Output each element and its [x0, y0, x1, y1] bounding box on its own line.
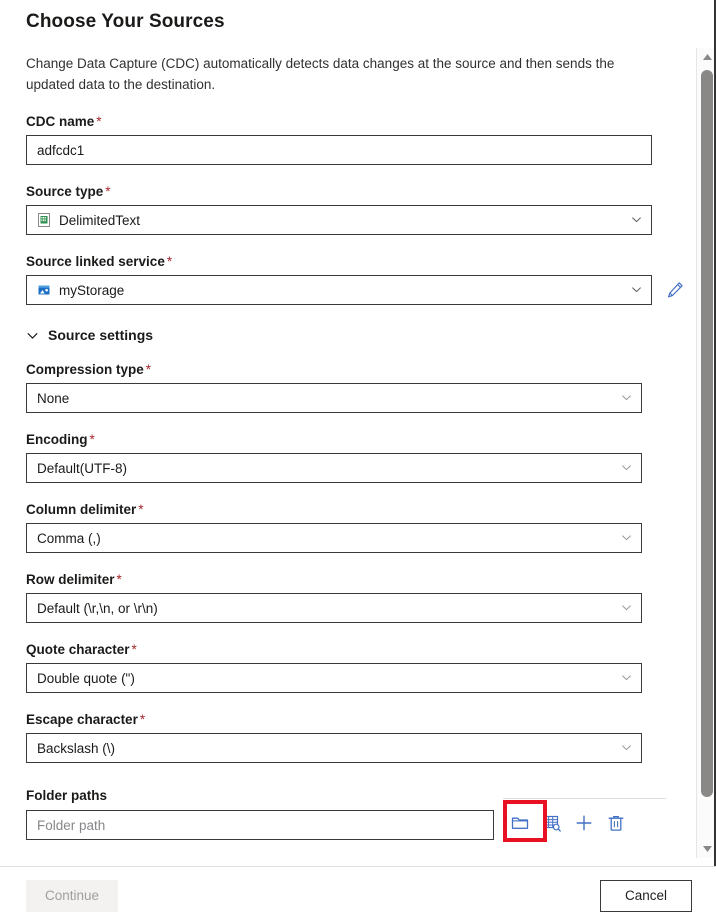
column-delimiter-dropdown[interactable]: Comma (,) — [26, 523, 642, 553]
continue-button[interactable]: Continue — [26, 879, 119, 912]
source-settings-section-header[interactable]: Source settings — [26, 327, 196, 343]
required-asterisk: * — [96, 114, 102, 129]
compression-type-dropdown[interactable]: None — [26, 383, 642, 413]
pencil-icon[interactable] — [664, 279, 686, 301]
source-type-label-text: Source type — [26, 184, 104, 199]
folder-paths-label: Folder paths — [26, 788, 108, 803]
chevron-down-icon — [631, 214, 642, 225]
source-type-dropdown[interactable]: DelimitedText — [26, 205, 652, 235]
escape-character-value: Backslash (\) — [37, 740, 116, 756]
delimited-text-icon — [35, 211, 53, 229]
folder-path-placeholder: Folder path — [37, 817, 106, 833]
vertical-scrollbar[interactable] — [696, 48, 716, 858]
required-asterisk: * — [138, 502, 144, 517]
folder-path-actions — [494, 809, 632, 841]
delete-folder-path-button[interactable] — [600, 809, 632, 841]
triangle-up-icon — [702, 48, 713, 66]
chevron-down-icon — [631, 284, 642, 295]
cdc-name-value: adfcdc1 — [37, 142, 85, 158]
required-asterisk: * — [166, 254, 173, 269]
required-asterisk: * — [116, 572, 122, 587]
choose-your-sources-panel: Choose Your Sources Change Data Capture … — [0, 0, 716, 924]
triangle-down-icon — [702, 840, 713, 858]
chevron-down-icon — [621, 532, 632, 543]
field-column-delimiter: Column delimiter * Comma (,) — [26, 502, 690, 553]
encoding-label: Encoding * — [26, 432, 690, 447]
browse-folder-button[interactable] — [504, 809, 536, 841]
encoding-dropdown[interactable]: Default(UTF-8) — [26, 453, 642, 483]
field-source-linked-service: Source linked service * myStorage — [26, 254, 690, 305]
escape-character-label-text: Escape character — [26, 712, 138, 727]
chevron-down-icon — [621, 392, 632, 403]
trash-icon — [606, 813, 626, 838]
folder-paths-row: Folder path — [26, 798, 666, 842]
chevron-down-icon — [621, 462, 632, 473]
source-linked-service-label-text: Source linked service — [26, 254, 165, 269]
chevron-down-icon — [621, 602, 632, 613]
dialog-footer: Continue Cancel — [0, 866, 716, 924]
encoding-value: Default(UTF-8) — [37, 460, 128, 476]
column-delimiter-label: Column delimiter * — [26, 502, 690, 517]
folder-row-divider — [503, 798, 666, 799]
field-folder-paths: Folder paths Folder path — [26, 788, 690, 842]
add-folder-path-button[interactable] — [568, 809, 600, 841]
row-delimiter-dropdown[interactable]: Default (\r,\n, or \r\n) — [26, 593, 642, 623]
compression-type-label-text: Compression type — [26, 362, 144, 377]
page-description: Change Data Capture (CDC) automatically … — [26, 56, 615, 92]
row-delimiter-label: Row delimiter * — [26, 572, 690, 587]
required-asterisk: * — [139, 712, 146, 727]
source-linked-service-row: myStorage — [26, 275, 690, 305]
row-delimiter-value: Default (\r,\n, or \r\n) — [37, 600, 158, 616]
cdc-name-input[interactable]: adfcdc1 — [26, 135, 652, 165]
field-cdc-name: CDC name * adfcdc1 — [26, 114, 690, 165]
field-compression-type: Compression type * None — [26, 362, 690, 413]
required-asterisk: * — [105, 184, 111, 199]
field-row-delimiter: Row delimiter * Default (\r,\n, or \r\n) — [26, 572, 690, 623]
folder-path-input[interactable]: Folder path — [26, 810, 494, 840]
folder-icon — [510, 813, 530, 838]
source-linked-service-label: Source linked service * — [26, 254, 690, 269]
escape-character-dropdown[interactable]: Backslash (\) — [26, 733, 642, 763]
scrollable-content: Choose Your Sources Change Data Capture … — [0, 0, 690, 866]
column-delimiter-label-text: Column delimiter — [26, 502, 137, 517]
page-title: Choose Your Sources — [26, 11, 225, 32]
quote-character-label: Quote character * — [26, 642, 690, 657]
compression-type-label: Compression type * — [26, 362, 690, 377]
field-source-type: Source type * DelimitedText — [26, 184, 690, 235]
required-asterisk: * — [145, 362, 152, 377]
chevron-down-icon — [621, 742, 632, 753]
cdc-name-label-text: CDC name — [26, 114, 95, 129]
source-type-label: Source type * — [26, 184, 690, 199]
column-delimiter-value: Comma (,) — [37, 530, 101, 546]
field-escape-character: Escape character * Backslash (\) — [26, 712, 690, 763]
required-asterisk: * — [89, 432, 95, 447]
source-settings-label: Source settings — [48, 327, 154, 343]
source-type-value: DelimitedText — [59, 212, 141, 228]
chevron-down-icon — [26, 329, 39, 342]
escape-character-label: Escape character * — [26, 712, 690, 727]
azure-storage-icon — [35, 281, 53, 299]
encoding-label-text: Encoding — [26, 432, 88, 447]
table-preview-icon — [542, 813, 562, 838]
preview-data-button[interactable] — [536, 809, 568, 841]
compression-type-value: None — [37, 390, 70, 406]
quote-character-value: Double quote (") — [37, 670, 135, 686]
required-asterisk: * — [131, 642, 137, 657]
source-linked-service-dropdown[interactable]: myStorage — [26, 275, 652, 305]
cdc-name-label: CDC name * — [26, 114, 690, 129]
quote-character-dropdown[interactable]: Double quote (") — [26, 663, 642, 693]
source-linked-service-value: myStorage — [59, 282, 125, 298]
plus-icon — [574, 813, 594, 838]
row-delimiter-label-text: Row delimiter — [26, 572, 115, 587]
scrollbar-thumb[interactable] — [701, 70, 713, 797]
cancel-button[interactable]: Cancel — [600, 879, 692, 912]
field-quote-character: Quote character * Double quote (") — [26, 642, 690, 693]
chevron-down-icon — [621, 672, 632, 683]
quote-character-label-text: Quote character — [26, 642, 130, 657]
field-encoding: Encoding * Default(UTF-8) — [26, 432, 690, 483]
